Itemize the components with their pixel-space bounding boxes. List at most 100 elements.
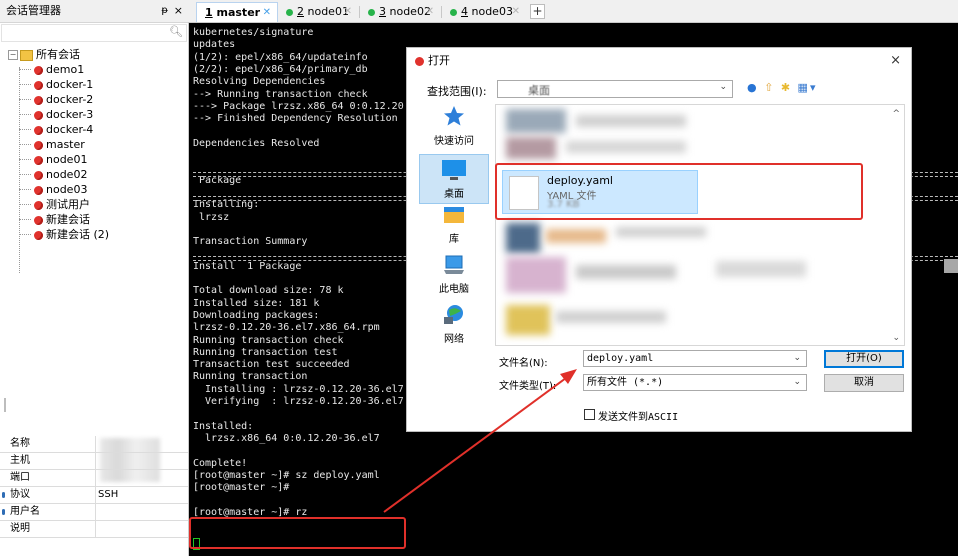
close-tab-icon[interactable]: ✕ xyxy=(512,2,520,22)
session-manager-panel: 会话管理器 ᵽ × 🔍︎ − 所有会话 demo1 docker-1 docker… xyxy=(0,0,189,556)
terminal-line: [root@master ~]# xyxy=(193,482,290,494)
close-tab-icon[interactable]: ✕ xyxy=(263,3,271,23)
session-item[interactable]: docker-4 xyxy=(0,122,188,137)
chevron-down-icon[interactable]: ⌄ xyxy=(793,375,801,390)
session-item[interactable]: 测试用户 xyxy=(0,197,188,212)
session-label: node03 xyxy=(46,183,88,196)
property-key: 名称 xyxy=(10,438,30,449)
property-row[interactable]: 协议 SSH xyxy=(0,487,188,504)
place-network[interactable]: 网络 xyxy=(419,304,489,354)
terminal-line: Transaction Summary xyxy=(193,236,308,248)
session-icon xyxy=(34,110,43,120)
pin-icon[interactable]: ᵽ xyxy=(161,0,168,22)
filename-input[interactable]: deploy.yaml ⌄ xyxy=(583,350,807,367)
star-icon xyxy=(444,106,464,126)
scroll-up-icon[interactable]: ^ xyxy=(892,109,900,119)
session-label: docker-4 xyxy=(46,123,94,136)
session-label: 新建会话 xyxy=(46,213,90,226)
session-tree: − 所有会话 demo1 docker-1 docker-2 docker-3 d… xyxy=(0,43,188,273)
filetype-select[interactable]: 所有文件 (*.*) ⌄ xyxy=(583,374,807,391)
property-row[interactable]: 端口 xyxy=(0,470,188,487)
close-tab-icon[interactable]: ✕ xyxy=(344,2,352,22)
session-item[interactable]: master xyxy=(0,137,188,152)
tab-node03[interactable]: 4 node03 ✕ xyxy=(442,2,526,22)
tab-label: master xyxy=(216,6,261,19)
redacted-item xyxy=(616,227,706,237)
terminal-line: (2/2): epel/x86_64/primary_db xyxy=(193,63,368,75)
view-menu-icon[interactable]: ▦▾ xyxy=(798,81,818,94)
session-item[interactable]: demo1 xyxy=(0,62,188,77)
look-in-label: 查找范围(I): xyxy=(427,85,487,98)
file-list[interactable]: deploy.yaml YAML 文件 3.7 KB ^ ⌄ xyxy=(495,104,905,346)
tab-master[interactable]: 1 master ✕ xyxy=(196,2,278,22)
session-item[interactable]: node01 xyxy=(0,152,188,167)
terminal-line: Install 1 Package xyxy=(193,260,302,272)
row-marker xyxy=(2,509,5,515)
new-tab-button[interactable]: + xyxy=(530,4,545,19)
open-button[interactable]: 打开(O) xyxy=(824,350,904,368)
property-row[interactable]: 说明 xyxy=(0,521,188,538)
desktop-icon xyxy=(442,160,466,180)
terminal-line: --> Running transaction check xyxy=(193,88,368,100)
place-quick-access[interactable]: 快速访问 xyxy=(419,104,489,154)
chevron-down-icon[interactable]: ⌄ xyxy=(793,351,801,366)
session-item[interactable]: node03 xyxy=(0,182,188,197)
new-folder-icon[interactable]: ✱ xyxy=(781,81,792,94)
terminal-line: Running transaction xyxy=(193,371,308,383)
look-in-select[interactable]: 桌面 ⌄ xyxy=(497,80,733,98)
dialog-close-button[interactable]: × xyxy=(890,48,901,74)
session-label: docker-2 xyxy=(46,93,94,106)
session-item[interactable]: docker-1 xyxy=(0,77,188,92)
session-icon xyxy=(34,125,43,135)
close-panel-button[interactable]: × xyxy=(174,0,183,22)
terminal-line: Running transaction test xyxy=(193,346,338,358)
connected-dot-icon xyxy=(286,8,293,16)
up-folder-icon[interactable]: ⇧ xyxy=(764,81,775,94)
session-item[interactable]: docker-3 xyxy=(0,107,188,122)
session-item[interactable]: 新建会话 (2) xyxy=(0,227,188,242)
chevron-down-icon[interactable]: ⌄ xyxy=(719,82,727,92)
session-search-input[interactable]: 🔍︎ xyxy=(1,24,187,42)
back-icon[interactable]: ● xyxy=(747,81,759,94)
place-library[interactable]: 库 xyxy=(419,204,489,254)
place-this-pc[interactable]: 此电脑 xyxy=(419,254,489,304)
nav-toolbar: ● ⇧ ✱ ▦▾ xyxy=(747,81,817,94)
app-icon xyxy=(415,57,424,66)
tree-root-all-sessions[interactable]: − 所有会话 xyxy=(0,47,188,62)
terminal-line: Dependencies Resolved xyxy=(193,137,320,149)
send-ascii-checkbox[interactable] xyxy=(584,409,595,420)
tab-node02[interactable]: 3 node02 ✕ xyxy=(360,2,440,22)
scroll-down-icon[interactable]: ⌄ xyxy=(892,333,900,343)
folder-icon xyxy=(20,49,33,61)
tab-number: 2 xyxy=(297,5,304,18)
place-desktop[interactable]: 桌面 xyxy=(419,154,489,204)
session-item[interactable]: 新建会话 xyxy=(0,212,188,227)
session-item[interactable]: docker-2 xyxy=(0,92,188,107)
property-row[interactable]: 用户名 xyxy=(0,504,188,521)
terminal-line: (1/2): epel/x86_64/updateinfo xyxy=(193,51,368,63)
property-row[interactable]: 主机 xyxy=(0,453,188,470)
session-label: node01 xyxy=(46,153,88,166)
collapse-icon[interactable]: − xyxy=(8,50,18,60)
session-icon xyxy=(34,95,43,105)
terminal-line: lrzsz.x86_64 0:0.12.20-36.el7 xyxy=(193,432,380,444)
property-row[interactable]: 名称 xyxy=(0,436,188,453)
terminal-scroll-handle[interactable] xyxy=(944,259,958,273)
session-label: node02 xyxy=(46,168,88,181)
redacted-item xyxy=(506,109,566,133)
panel-scrollbar[interactable] xyxy=(4,398,6,412)
redacted-item xyxy=(506,305,550,335)
connected-dot-icon xyxy=(368,8,375,16)
filetype-value: 所有文件 (*.*) xyxy=(587,377,664,388)
cancel-button[interactable]: 取消 xyxy=(824,374,904,392)
session-manager-header: 会话管理器 ᵽ × xyxy=(0,0,188,23)
filename-value: deploy.yaml xyxy=(587,353,654,364)
search-icon[interactable]: 🔍︎ xyxy=(169,25,183,38)
tab-number: 4 xyxy=(461,5,468,18)
session-icon xyxy=(34,80,43,90)
close-tab-icon[interactable]: ✕ xyxy=(426,2,434,22)
property-key: 协议 xyxy=(10,489,30,500)
tab-node01[interactable]: 2 node01 ✕ xyxy=(278,2,358,22)
session-item[interactable]: node02 xyxy=(0,167,188,182)
session-icon xyxy=(34,185,43,195)
